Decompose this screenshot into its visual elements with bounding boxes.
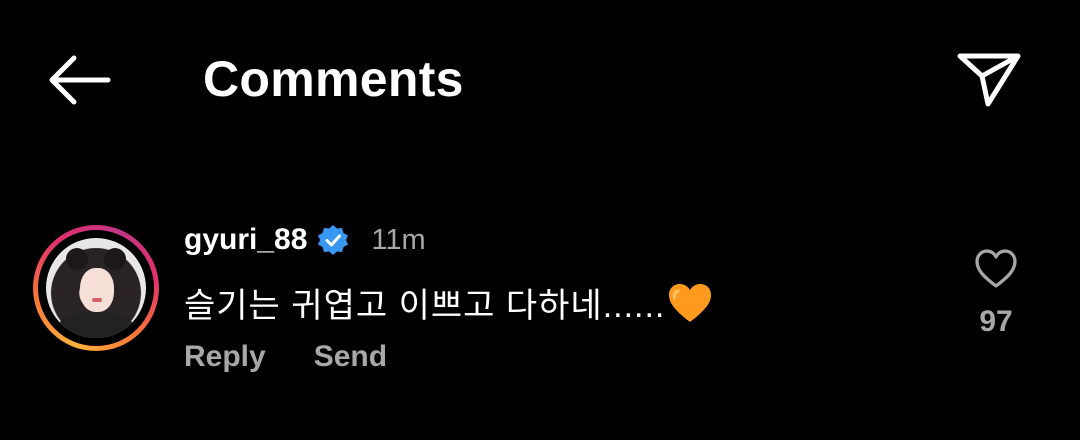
comment-body: 슬기는 귀엽고 이쁘고 다하네...... <box>184 278 713 327</box>
orange-heart-emoji-icon <box>669 283 712 322</box>
paper-plane-icon <box>957 53 1021 107</box>
comment-username[interactable]: gyuri_88 <box>184 223 307 257</box>
back-button[interactable] <box>44 52 114 108</box>
avatar-photo <box>46 238 146 338</box>
comment-text: 슬기는 귀엽고 이쁘고 다하네...... <box>184 287 666 325</box>
avatar-lips <box>92 298 102 302</box>
heart-outline-icon[interactable] <box>974 248 1018 290</box>
verified-badge-icon <box>318 225 349 255</box>
avatar-body <box>58 312 134 338</box>
comments-header: Comments <box>0 0 1080 160</box>
avatar-border <box>38 230 154 346</box>
share-button[interactable] <box>954 48 1024 110</box>
page-title: Comments <box>203 51 464 107</box>
avatar-face <box>80 268 114 312</box>
reply-button[interactable]: Reply <box>184 340 266 374</box>
send-button[interactable]: Send <box>314 340 387 374</box>
like-control: 97 <box>966 248 1026 339</box>
comment-meta: gyuri_88 11m <box>184 220 426 260</box>
avatar-hair-bun-right <box>104 248 126 270</box>
avatar-hair-bun-left <box>66 248 88 270</box>
comment-actions: Reply Send <box>184 340 387 374</box>
avatar[interactable] <box>33 225 159 351</box>
like-count: 97 <box>979 305 1013 338</box>
comment-timestamp: 11m <box>371 223 426 256</box>
arrow-left-icon <box>49 55 111 105</box>
